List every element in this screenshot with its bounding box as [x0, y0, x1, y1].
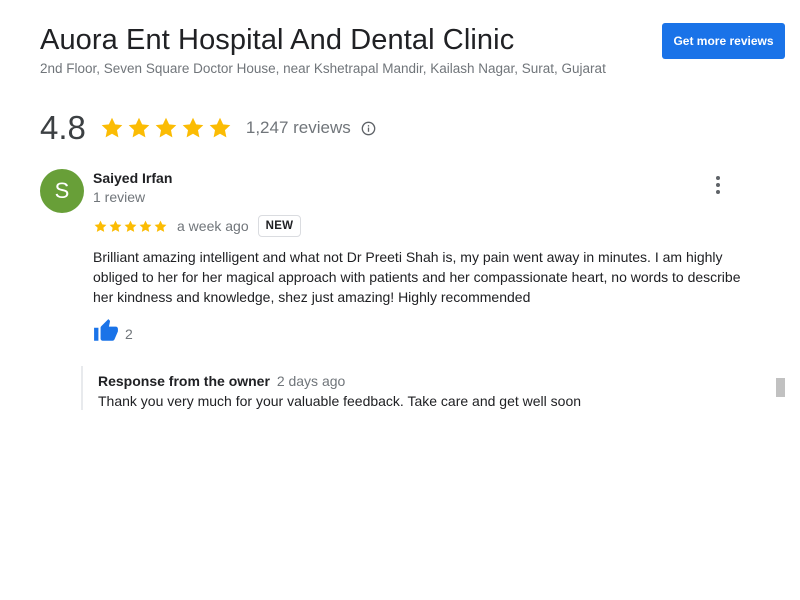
star-icon — [101, 117, 123, 138]
more-options-icon[interactable] — [708, 175, 728, 195]
star-icon — [128, 117, 150, 138]
new-badge: NEW — [257, 215, 302, 237]
rating-stars — [99, 115, 233, 141]
rating-value: 4.8 — [40, 109, 86, 146]
star-icon — [209, 117, 231, 138]
info-icon[interactable] — [361, 121, 376, 136]
reviewer-avatar[interactable]: S — [40, 169, 84, 213]
reviewer-name[interactable]: Saiyed Irfan — [93, 170, 172, 186]
owner-response-text: Thank you very much for your valuable fe… — [98, 393, 582, 409]
like-count: 2 — [125, 325, 133, 342]
review-stars — [93, 219, 168, 234]
review-meta: a week ago NEW — [93, 214, 302, 238]
place-title: Auora Ent Hospital And Dental Clinic — [40, 24, 515, 56]
star-icon — [182, 117, 204, 138]
scrollbar-thumb[interactable] — [776, 378, 785, 397]
like-row: 2 — [93, 318, 133, 349]
rating-summary: 4.8 1,247 reviews — [40, 109, 376, 147]
star-icon — [124, 220, 137, 232]
place-address: 2nd Floor, Seven Square Doctor House, ne… — [40, 61, 606, 76]
star-icon — [155, 117, 177, 138]
star-icon — [139, 220, 152, 232]
owner-response-label: Response from the owner — [98, 373, 270, 389]
owner-response: Response from the owner 2 days ago Thank… — [81, 366, 581, 410]
owner-response-time: 2 days ago — [276, 373, 346, 389]
star-icon — [109, 220, 122, 232]
star-icon — [94, 220, 107, 232]
thumbs-up-icon[interactable] — [93, 318, 119, 349]
reviewer-review-count: 1 review — [93, 189, 146, 205]
get-more-reviews-button[interactable]: Get more reviews — [662, 23, 785, 59]
review-text: Brilliant amazing intelligent and what n… — [93, 249, 741, 305]
total-review-count[interactable]: 1,247 reviews — [246, 118, 351, 138]
star-icon — [154, 220, 167, 232]
review-time: a week ago — [177, 218, 249, 234]
